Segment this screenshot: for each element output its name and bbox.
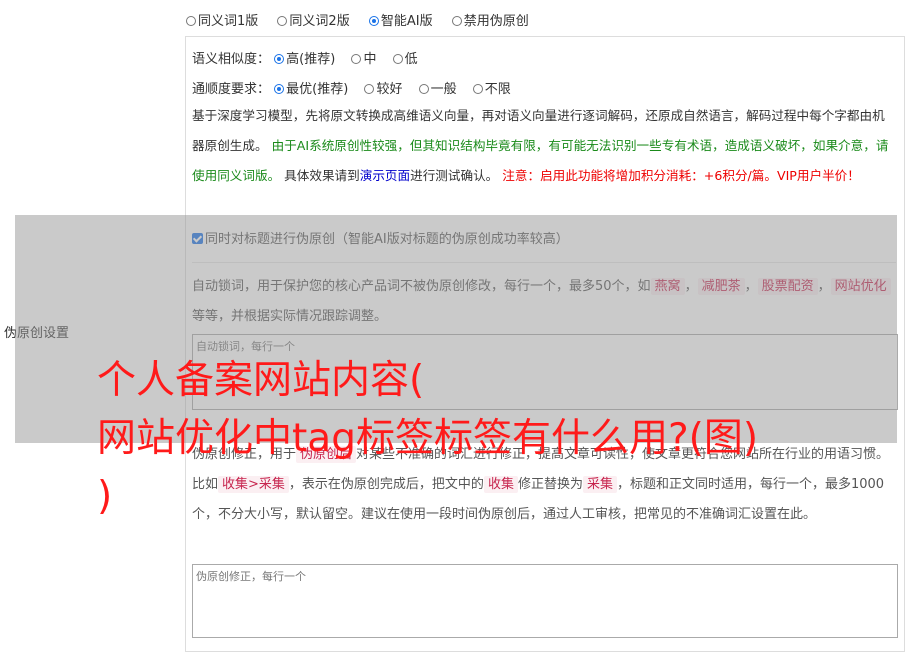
fluency-label: 通顺度要求： <box>192 82 271 97</box>
radio-icon[interactable] <box>392 54 403 64</box>
ai-description: 基于深度学习模型，先将原文转换成高维语义向量，再对语义向量进行逐词解码，还原成自… <box>192 108 889 183</box>
similarity-label: 语义相似度： <box>192 52 271 67</box>
version-options: 同义词1版 同义词2版 智能AI版 禁用伪原创 <box>186 10 529 29</box>
version-option-2[interactable]: 同义词2版 <box>277 14 350 29</box>
headline-line-2: 网站优化中tag标签标签有什么用?(图) <box>97 416 759 461</box>
tag-example: 采集 <box>582 476 617 493</box>
version-option-disable[interactable]: 禁用伪原创 <box>451 14 529 29</box>
credit-notice: 注意：启用此功能将增加积分消耗：+6积分/篇。VIP用户半价！ <box>502 168 860 183</box>
fluency-normal[interactable]: 一般 <box>418 82 457 97</box>
version-option-ai[interactable]: 智能AI版 <box>368 14 433 29</box>
radio-selected-icon[interactable] <box>274 84 285 94</box>
similarity-high[interactable]: 高(推荐) <box>274 52 335 67</box>
radio-selected-icon[interactable] <box>274 54 285 64</box>
radio-selected-icon[interactable] <box>368 16 379 26</box>
similarity-row: 语义相似度： 高(推荐) 中 低 <box>192 48 418 67</box>
similarity-low[interactable]: 低 <box>392 52 418 67</box>
fluency-good[interactable]: 较好 <box>364 82 402 97</box>
fluency-row: 通顺度要求： 最优(推荐) 较好 一般 不限 <box>192 78 511 97</box>
headline-line-3: ) <box>97 474 113 519</box>
radio-icon[interactable] <box>418 84 429 94</box>
correction-input[interactable]: 伪原创修正，每行一个 <box>192 564 898 638</box>
radio-icon[interactable] <box>186 16 196 26</box>
headline-line-1: 个人备案网站内容( <box>97 358 425 403</box>
fluency-best[interactable]: 最优(推荐) <box>274 82 348 97</box>
similarity-mid[interactable]: 中 <box>351 52 376 67</box>
tag-example: 收集>采集 <box>218 476 289 493</box>
version-option-1[interactable]: 同义词1版 <box>186 14 258 29</box>
radio-icon[interactable] <box>351 54 362 64</box>
radio-icon[interactable] <box>451 16 462 26</box>
radio-icon[interactable] <box>472 84 483 94</box>
radio-icon[interactable] <box>277 16 288 26</box>
radio-icon[interactable] <box>364 84 375 94</box>
fluency-any[interactable]: 不限 <box>472 82 511 97</box>
tag-example: 收集 <box>483 476 518 493</box>
demo-page-link[interactable]: 演示页面 <box>360 168 410 183</box>
